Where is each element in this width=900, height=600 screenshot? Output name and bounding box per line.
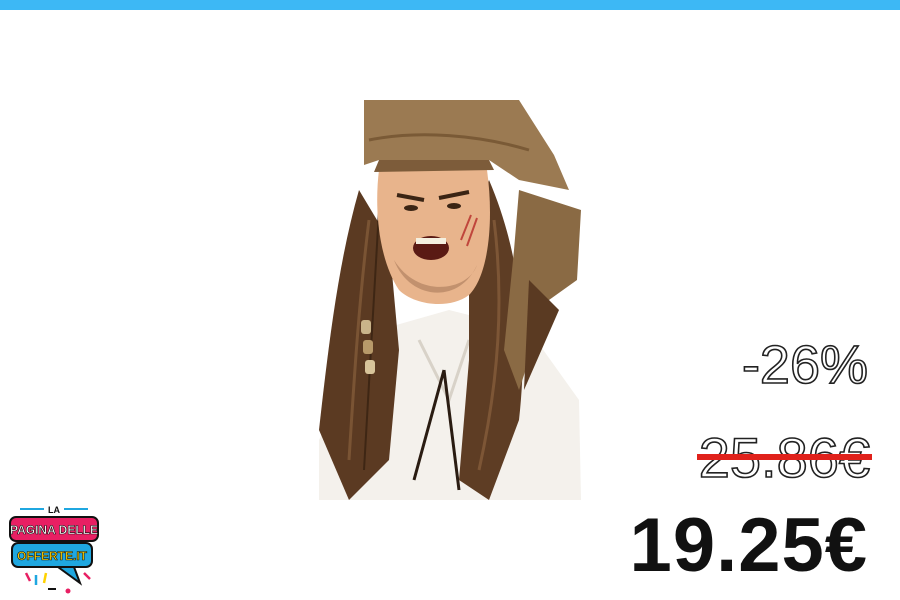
new-price: 19.25€ (629, 503, 868, 588)
discount-percent: -26% (741, 335, 869, 395)
logo-top-text: LA (48, 505, 60, 515)
product-image (319, 100, 581, 500)
pirate-wig-icon (319, 100, 581, 500)
old-price-container: 25.86€ (696, 429, 872, 486)
logo-line2: OFFERTE.IT (17, 549, 88, 563)
offer-card: -26% 25.86€ 19.25€ LA PAGINA DELLE OFFER… (0, 0, 900, 600)
logo-line1: PAGINA DELLE (10, 523, 98, 537)
logo-icon: LA PAGINA DELLE OFFERTE.IT (9, 505, 99, 594)
strikethrough-line (696, 454, 872, 460)
top-accent-bar (0, 0, 900, 10)
site-logo[interactable]: LA PAGINA DELLE OFFERTE.IT (8, 503, 100, 597)
old-price: 25.86€ (696, 429, 872, 486)
